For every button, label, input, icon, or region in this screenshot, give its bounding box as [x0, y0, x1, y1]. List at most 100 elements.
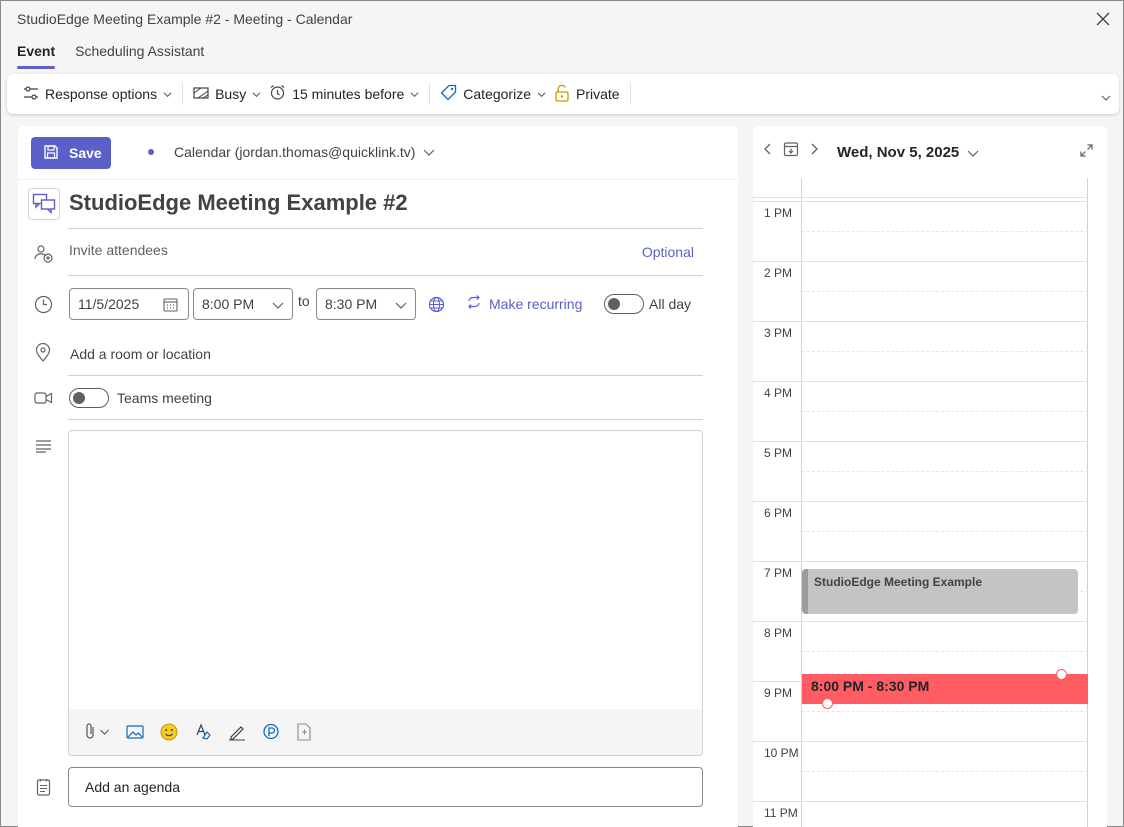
chevron-down-icon	[252, 91, 261, 97]
hour-label: 11 PM	[764, 806, 798, 820]
resize-handle-top[interactable]	[1056, 669, 1067, 680]
emoji-icon[interactable]	[160, 723, 178, 741]
end-time-select[interactable]: 8:30 PM	[316, 288, 416, 320]
new-event-block[interactable]: 8:00 PM - 8:30 PM	[802, 674, 1088, 704]
expand-icon[interactable]	[1080, 144, 1093, 160]
attendees-underline	[68, 275, 703, 276]
tab-bar: Event Scheduling Assistant	[17, 43, 204, 69]
chevron-right-icon[interactable]	[809, 142, 819, 159]
hour-line	[753, 801, 1088, 802]
existing-event-block[interactable]: StudioEdge Meeting Example	[802, 569, 1078, 614]
reminder-button[interactable]: 15 minutes before	[265, 79, 423, 109]
attach-button[interactable]	[83, 722, 110, 743]
response-options-label: Response options	[45, 86, 158, 102]
hour-label: 3 PM	[764, 326, 793, 340]
start-time-select[interactable]: 8:00 PM	[193, 288, 293, 320]
categorize-button[interactable]: Categorize	[436, 79, 550, 109]
location-input[interactable]: Add a room or location	[70, 346, 211, 362]
make-recurring-button[interactable]: Make recurring	[466, 295, 582, 312]
chevron-left-icon[interactable]	[763, 142, 773, 159]
tag-icon	[440, 84, 457, 104]
start-date-value: 11/5/2025	[78, 296, 140, 312]
time-column-divider	[801, 178, 802, 827]
window-title: StudioEdge Meeting Example #2 - Meeting …	[17, 11, 353, 27]
hour-label: 8 PM	[764, 626, 793, 640]
chevron-down-icon	[395, 302, 407, 309]
half-hour-line	[802, 471, 1088, 472]
teams-meeting-toggle[interactable]	[69, 388, 109, 408]
hour-label: 7 PM	[764, 566, 793, 580]
half-hour-line	[802, 711, 1088, 712]
go-to-today-icon[interactable]	[783, 141, 799, 160]
ribbon-divider	[629, 83, 631, 105]
existing-event-title: StudioEdge Meeting Example	[814, 575, 983, 589]
tab-scheduling-assistant[interactable]: Scheduling Assistant	[75, 43, 204, 69]
ribbon-divider	[182, 83, 184, 105]
hour-label: 2 PM	[764, 266, 793, 280]
format-text-icon[interactable]	[194, 723, 212, 741]
make-recurring-label: Make recurring	[489, 295, 583, 312]
chevron-down-icon	[163, 91, 172, 97]
half-hour-line	[802, 411, 1088, 412]
hour-label: 10 PM	[764, 746, 799, 760]
teams-meeting-label: Teams meeting	[117, 390, 212, 406]
all-day-toggle[interactable]	[604, 294, 644, 314]
teams-underline	[68, 419, 703, 420]
categorize-label: Categorize	[463, 86, 531, 102]
description-editor[interactable]	[68, 430, 703, 756]
chevron-down-icon	[100, 729, 109, 735]
hour-label: 6 PM	[764, 506, 793, 520]
calendar-selector[interactable]: Calendar (jordan.thomas@quicklink.tv)	[148, 144, 435, 160]
text-align-icon	[33, 436, 53, 456]
half-hour-line	[802, 351, 1088, 352]
sliders-icon	[23, 85, 39, 104]
hour-line	[753, 261, 1088, 262]
paperclip-icon	[83, 722, 97, 743]
globe-icon[interactable]	[426, 294, 446, 314]
ribbon-toolbar: Response options Busy 15 minutes before …	[7, 74, 1119, 114]
alarm-clock-icon	[269, 84, 286, 104]
meeting-chat-icon	[28, 188, 60, 220]
location-underline	[68, 375, 703, 376]
hour-label: 9 PM	[764, 686, 793, 700]
repeat-icon	[466, 295, 482, 312]
agenda-notes-icon	[33, 777, 53, 797]
video-camera-icon	[33, 388, 53, 408]
close-icon[interactable]	[1093, 9, 1113, 29]
header-divider	[18, 179, 738, 180]
save-button[interactable]: Save	[31, 137, 111, 169]
agenda-input[interactable]: Add an agenda	[68, 767, 703, 807]
half-hour-line	[802, 531, 1088, 532]
optional-attendees-link[interactable]: Optional	[642, 244, 694, 260]
start-date-picker[interactable]: 11/5/2025	[69, 288, 189, 320]
calendar-label: Calendar (jordan.thomas@quicklink.tv)	[174, 144, 416, 160]
hour-label: 5 PM	[764, 446, 793, 460]
signature-icon[interactable]	[228, 723, 246, 741]
editor-toolbar	[69, 709, 702, 755]
invite-attendees-input[interactable]: Invite attendees	[69, 242, 168, 258]
apps-icon[interactable]	[296, 723, 312, 741]
location-pin-icon	[33, 342, 53, 362]
day-view-date: Wed, Nov 5, 2025	[837, 144, 960, 161]
tab-event[interactable]: Event	[17, 43, 56, 69]
calendar-icon	[163, 297, 178, 315]
hour-label: 1 PM	[764, 206, 793, 220]
chevron-down-icon[interactable]	[1101, 90, 1111, 106]
title-input[interactable]: StudioEdge Meeting Example #2	[69, 190, 408, 216]
half-hour-line	[802, 771, 1088, 772]
private-button[interactable]: Private	[550, 79, 624, 109]
show-as-button[interactable]: Busy	[189, 79, 265, 109]
day-view-date-selector[interactable]: Wed, Nov 5, 2025	[837, 144, 979, 161]
response-options-button[interactable]: Response options	[19, 79, 176, 109]
image-icon[interactable]	[126, 724, 144, 740]
resize-handle-bottom[interactable]	[822, 698, 833, 709]
add-people-icon	[33, 243, 53, 263]
loop-icon[interactable]	[262, 723, 280, 741]
hour-line	[753, 741, 1088, 742]
grid-right-border	[1087, 178, 1088, 827]
day-grid[interactable]: 1 PM 2 PM 3 PM 4 PM 5 PM 6 PM 7 PM 8 PM 9 PM 10 P…	[753, 178, 1107, 827]
calendar-color-dot	[148, 149, 154, 155]
chevron-down-icon	[410, 91, 419, 97]
clock-icon	[33, 294, 53, 314]
meeting-window: StudioEdge Meeting Example #2 - Meeting …	[0, 0, 1124, 827]
